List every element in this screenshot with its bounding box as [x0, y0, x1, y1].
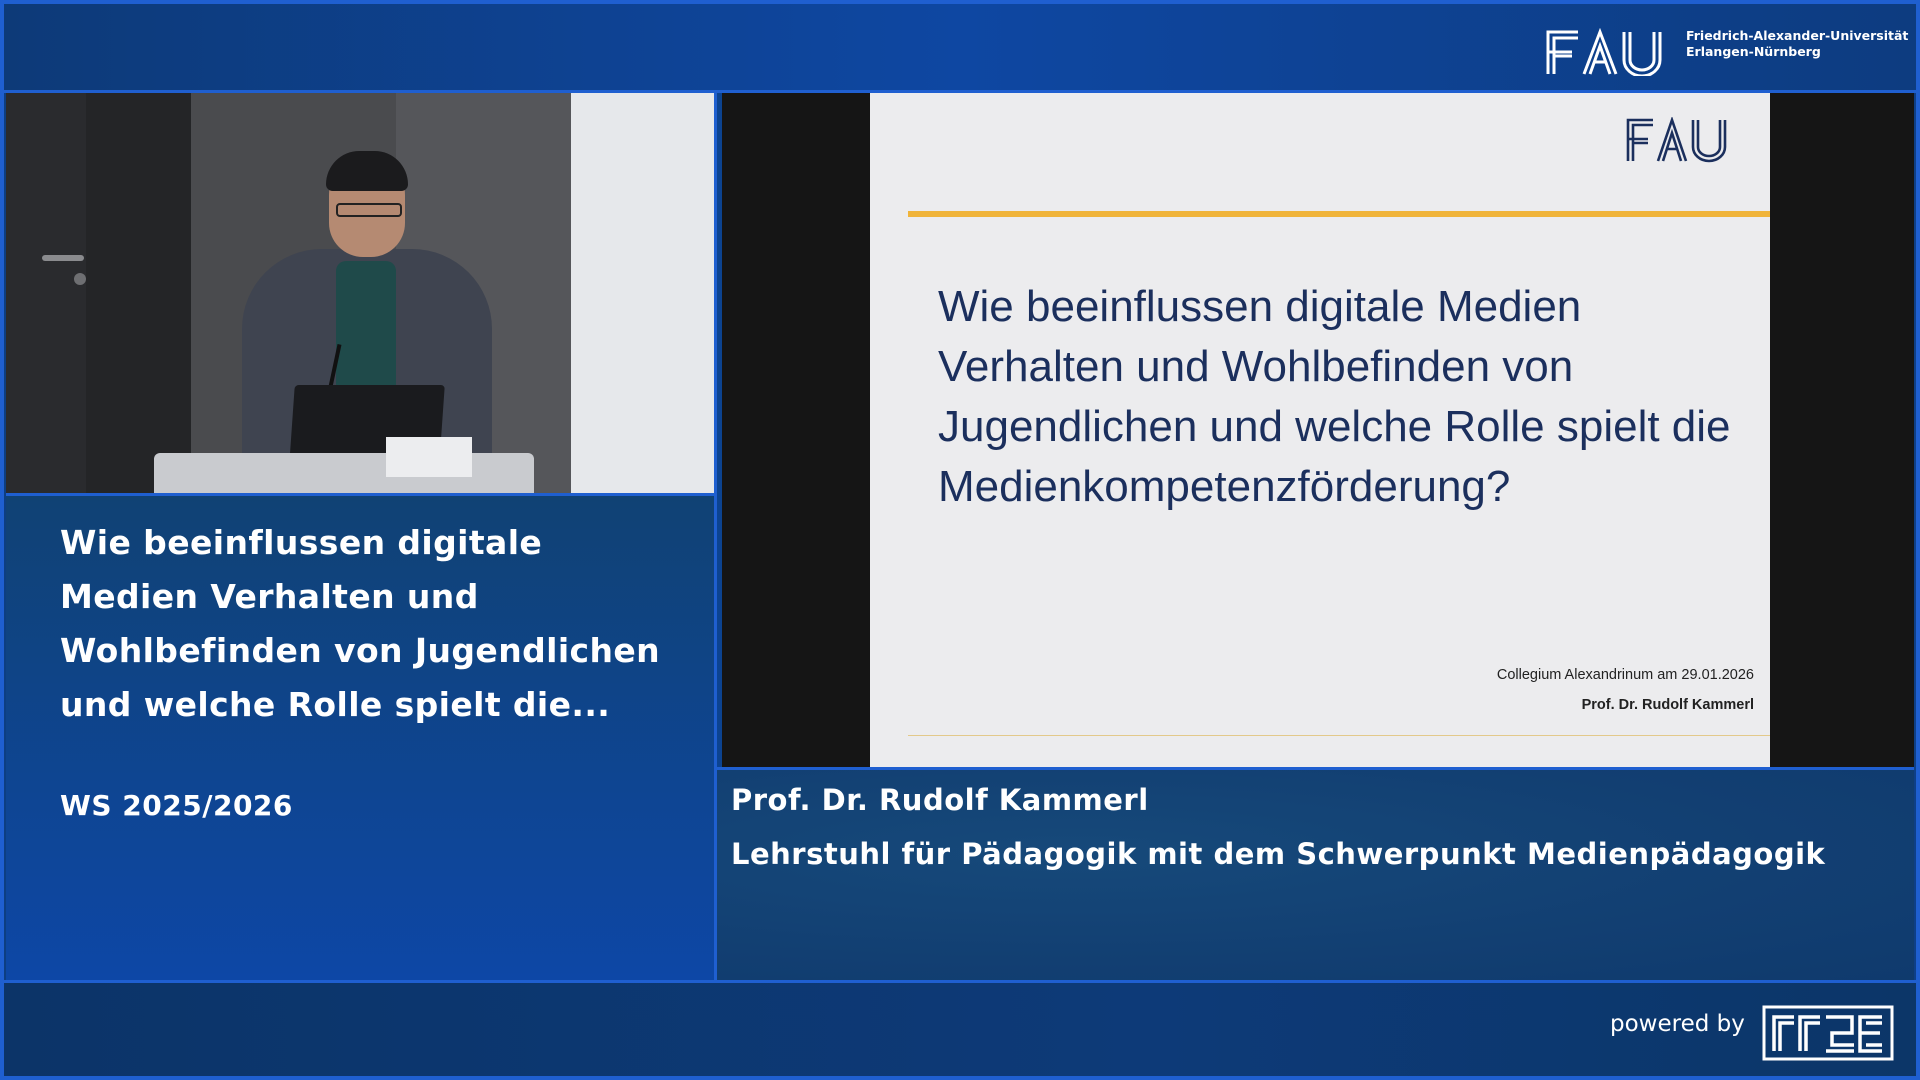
university-name: Friedrich-Alexander-Universität Erlangen…: [1686, 28, 1908, 60]
university-name-line2: Erlangen-Nürnberg: [1686, 44, 1821, 59]
slide-video[interactable]: Wie beeinflussen digitale Medien Verhalt…: [722, 93, 1914, 767]
presentation-slide: Wie beeinflussen digitale Medien Verhalt…: [870, 93, 1770, 767]
speaker-video[interactable]: [6, 93, 714, 493]
university-name-line1: Friedrich-Alexander-Universität: [1686, 28, 1909, 43]
top-bar: Friedrich-Alexander-Universität Erlangen…: [4, 4, 1916, 93]
semester-label: WS 2025/2026: [60, 789, 293, 822]
speaker-name: Prof. Dr. Rudolf Kammerl: [731, 783, 1149, 817]
slide-event-line: Collegium Alexandrinum am 29.01.2026: [1496, 667, 1754, 683]
slide-accent-bar: [908, 211, 1770, 217]
lecture-title: Wie beeinflussen digitale Medien Verhalt…: [60, 523, 661, 724]
speaker-chair: Lehrstuhl für Pädagogik mit dem Schwerpu…: [731, 837, 1826, 871]
speaker-info-panel: Prof. Dr. Rudolf Kammerl Lehrstuhl für P…: [717, 770, 1914, 980]
rrze-logo-icon: [1762, 1005, 1894, 1061]
fau-logo-mark-icon: [1546, 28, 1662, 76]
slide-footer-line: [908, 735, 1770, 736]
bottom-bar: powered by: [4, 983, 1916, 1076]
slide-title: Wie beeinflussen digitale Medien Verhalt…: [938, 282, 1731, 511]
slide-fau-logo-icon: [1626, 117, 1727, 163]
powered-by-label: powered by: [1610, 1011, 1745, 1037]
lecture-info-panel: Wie beeinflussen digitale Medien Verhalt…: [6, 496, 714, 980]
slide-speaker-line: Prof. Dr. Rudolf Kammerl: [1581, 697, 1754, 713]
fau-logo: Friedrich-Alexander-Universität Erlangen…: [1544, 22, 1908, 82]
